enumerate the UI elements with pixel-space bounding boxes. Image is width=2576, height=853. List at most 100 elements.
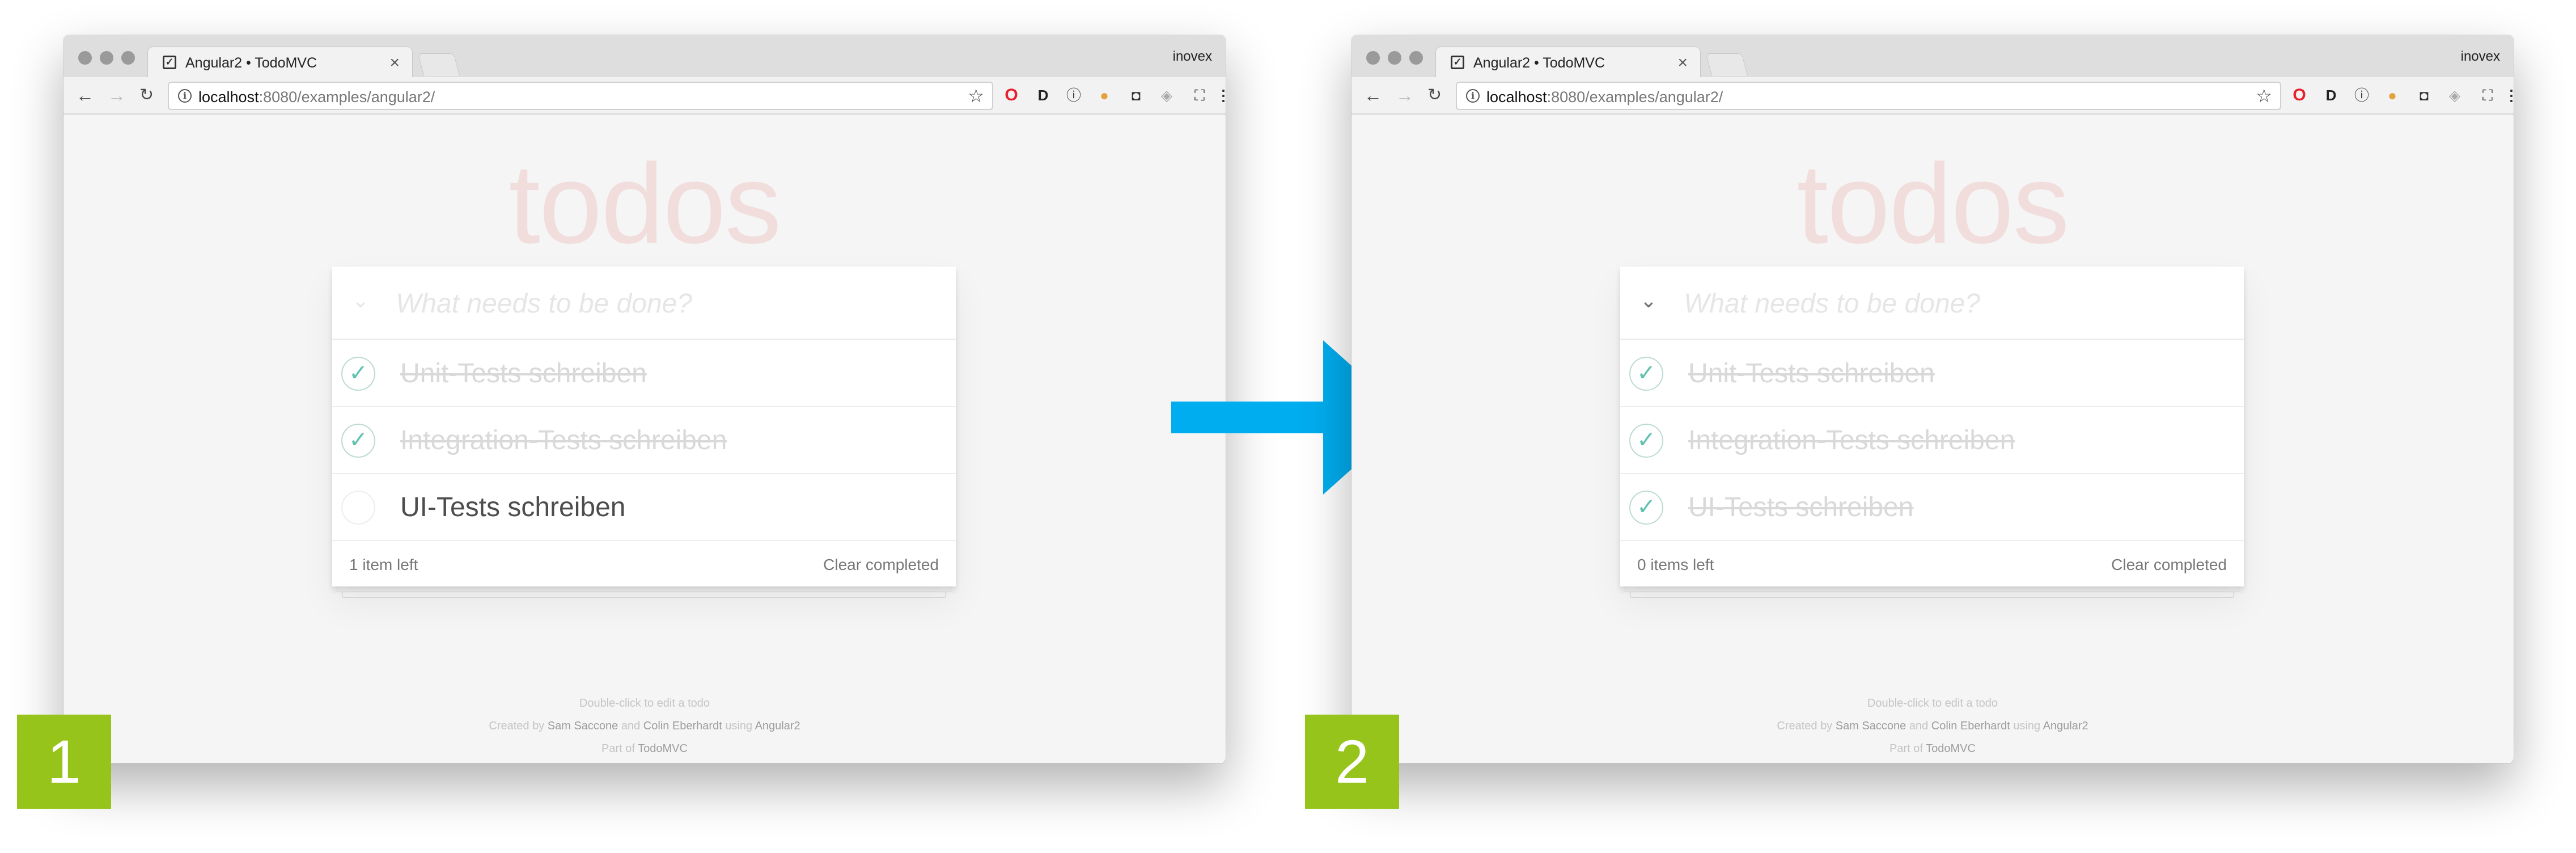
framework-link[interactable]: Angular2 [2043,720,2088,732]
author-link[interactable]: Colin Eberhardt [1931,720,2010,732]
shield-icon[interactable]: ◈ [1158,86,1176,104]
todo-footer: 1 item left Clear completed [332,541,956,586]
forward-arrow-icon[interactable]: → [108,84,126,107]
todomvc-link[interactable]: TodoMVC [638,742,688,755]
check-icon: ✓ [349,361,368,386]
profile-name[interactable]: inovex [1173,49,1212,65]
author-link[interactable]: Sam Saccone [548,720,618,732]
info-edit-hint: Double-click to edit a todo [1867,697,1998,710]
todo-checkbox[interactable] [341,491,375,525]
checkbox-favicon-icon: ✓ [163,56,176,69]
stack-shadow [1625,586,2239,592]
url-text: localhost:8080/examples/angular2/ [1486,88,1723,105]
close-window-button[interactable] [78,51,92,65]
new-todo-input[interactable] [396,284,934,323]
new-todo-input[interactable] [1684,284,2222,323]
todo-item[interactable]: ✓ Integration-Tests schreiben [332,407,956,474]
window-controls [1366,51,1423,65]
shield-icon[interactable]: ◈ [2446,86,2464,104]
step-badge: 2 [1305,715,1399,809]
todo-checkbox[interactable]: ✓ [1629,424,1663,458]
browser-toolbar: ← → ↻ i localhost:8080/examples/angular2… [63,77,1226,115]
todo-item[interactable]: ✓ Unit-Tests schreiben [1620,340,2244,407]
fullscreen-icon[interactable]: ⛶ [1190,86,1209,104]
profile-name[interactable]: inovex [2461,49,2500,65]
reload-icon[interactable]: ↻ [139,84,154,107]
minimize-window-button[interactable] [1388,51,1401,65]
maximize-window-button[interactable] [1409,51,1423,65]
reload-icon[interactable]: ↻ [1427,84,1442,107]
todo-checkbox[interactable]: ✓ [1629,491,1663,525]
d-icon[interactable]: D [2322,86,2340,104]
opera-icon[interactable]: O [2290,86,2308,104]
d-icon[interactable]: D [1034,86,1052,104]
info-icon[interactable]: ⓘ [2353,86,2371,104]
todo-app: ⌄ ✓ Unit-Tests schreiben ✓ Integration-T… [1620,267,2244,586]
bookmark-star-icon[interactable]: ☆ [968,85,984,107]
address-bar[interactable]: i localhost:8080/examples/angular2/ ☆ [168,82,993,110]
toggle-all-chevron-icon[interactable]: ⌄ [349,289,372,312]
todo-item[interactable]: UI-Tests schreiben [332,474,956,541]
todo-checkbox[interactable]: ✓ [341,357,375,391]
opera-icon[interactable]: O [1002,86,1020,104]
close-window-button[interactable] [1366,51,1380,65]
browser-window: ✓ Angular2 • TodoMVC × inovex ← → ↻ i lo… [63,35,1226,763]
back-arrow-icon[interactable]: ← [76,84,94,107]
fullscreen-icon[interactable]: ⛶ [2478,86,2497,104]
new-todo-row: ⌄ [332,267,956,340]
clear-completed-button[interactable]: Clear completed [823,556,939,574]
todo-label: UI-Tests schreiben [1688,492,1914,522]
clear-completed-button[interactable]: Clear completed [2111,556,2227,574]
check-icon: ✓ [1637,428,1656,453]
maximize-window-button[interactable] [121,51,135,65]
items-left-count: 0 items left [1637,556,1714,573]
framework-link[interactable]: Angular2 [755,720,800,732]
check-icon: ✓ [1637,495,1656,520]
tab-close-icon[interactable]: × [1677,53,1688,73]
todo-app: ⌄ ✓ Unit-Tests schreiben ✓ Integration-T… [332,267,956,586]
url-text: localhost:8080/examples/angular2/ [198,88,435,105]
back-arrow-icon[interactable]: ← [1364,84,1382,107]
page-content: todos ⌄ ✓ Unit-Tests schreiben ✓ Integra… [1351,115,2514,763]
cookie-icon[interactable]: ● [1095,86,1113,104]
address-bar[interactable]: i localhost:8080/examples/angular2/ ☆ [1456,82,2281,110]
tab-close-icon[interactable]: × [389,53,400,73]
browser-tab[interactable]: ✓ Angular2 • TodoMVC × [1435,47,1701,77]
todo-label: Integration-Tests schreiben [1688,425,2015,455]
checkbox-favicon-icon: ✓ [1451,56,1464,69]
new-todo-row: ⌄ [1620,267,2244,340]
menu-dots-icon[interactable]: ⋮ [2502,86,2514,104]
todo-checkbox[interactable]: ✓ [341,424,375,458]
browser-tab[interactable]: ✓ Angular2 • TodoMVC × [147,47,413,77]
site-info-icon[interactable]: i [1466,89,1480,103]
todo-item[interactable]: ✓ Unit-Tests schreiben [332,340,956,407]
check-icon: ✓ [1637,361,1656,386]
browser-window: ✓ Angular2 • TodoMVC × inovex ← → ↻ i lo… [1351,35,2514,763]
author-link[interactable]: Sam Saccone [1836,720,1906,732]
items-left-count: 1 item left [349,556,418,573]
info-part-of: Part of TodoMVC [601,742,688,755]
cookie-icon[interactable]: ● [2383,86,2401,104]
step-badge: 1 [17,715,111,809]
todomvc-link[interactable]: TodoMVC [1926,742,1976,755]
todo-item[interactable]: ✓ UI-Tests schreiben [1620,474,2244,541]
todo-item[interactable]: ✓ Integration-Tests schreiben [1620,407,2244,474]
toggle-all-chevron-icon[interactable]: ⌄ [1637,289,1660,312]
stack-shadow [1630,592,2234,598]
pocket-icon[interactable]: ◘ [2415,86,2433,104]
info-edit-hint: Double-click to edit a todo [579,697,710,710]
todo-checkbox[interactable]: ✓ [1629,357,1663,391]
author-link[interactable]: Colin Eberhardt [643,720,722,732]
new-tab-button[interactable] [417,53,460,76]
menu-dots-icon[interactable]: ⋮ [1214,86,1226,104]
minimize-window-button[interactable] [100,51,113,65]
info-icon[interactable]: ⓘ [1065,86,1083,104]
info-credits: Created by Sam Saccone and Colin Eberhar… [1777,720,2088,732]
todo-label: Unit-Tests schreiben [1688,358,1935,389]
page-title: todos [1797,141,2069,267]
new-tab-button[interactable] [1705,53,1748,76]
site-info-icon[interactable]: i [178,89,192,103]
pocket-icon[interactable]: ◘ [1127,86,1145,104]
bookmark-star-icon[interactable]: ☆ [2256,85,2272,107]
forward-arrow-icon[interactable]: → [1396,84,1414,107]
